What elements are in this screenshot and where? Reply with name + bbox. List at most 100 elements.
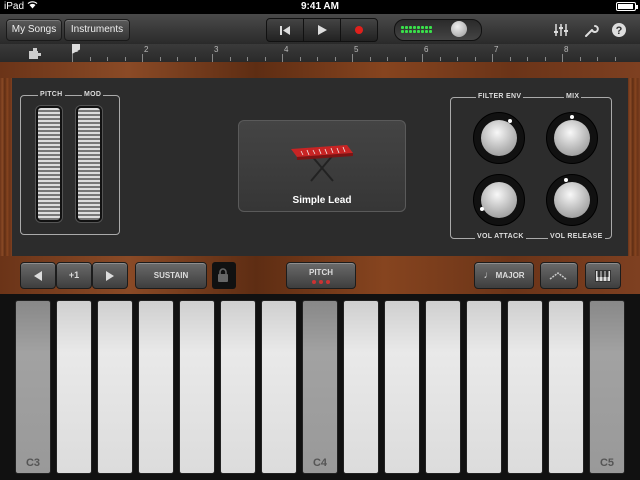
piano-key[interactable]: [343, 300, 379, 474]
arpeggiator-button[interactable]: [540, 262, 578, 289]
mix-label: MIX: [564, 93, 582, 100]
piano-key-label: C5: [599, 457, 615, 469]
vol-release-knob[interactable]: [546, 174, 598, 226]
ruler-bar-number: 2: [144, 45, 149, 54]
piano-key[interactable]: [384, 300, 420, 474]
ruler-tick: [387, 57, 388, 61]
my-songs-button[interactable]: My Songs: [6, 19, 62, 41]
piano-key[interactable]: C4: [302, 300, 338, 474]
piano-key[interactable]: [507, 300, 543, 474]
ruler-tick: [107, 57, 108, 61]
ruler-tick: [597, 57, 598, 61]
keyboard-layout-button[interactable]: [585, 262, 621, 289]
ruler-tick: [562, 54, 563, 62]
piano-key[interactable]: [97, 300, 133, 474]
octave-value: +1: [56, 262, 92, 289]
ruler-tick: [614, 57, 616, 61]
ruler-tick: [544, 57, 546, 61]
ruler-tick: [247, 57, 248, 61]
ruler-tick: [177, 57, 178, 61]
ruler-tick: [317, 57, 318, 61]
pitch-wheel-label: PITCH: [38, 91, 65, 98]
pitch-button[interactable]: PITCH: [286, 262, 356, 289]
wood-trim-left: [0, 78, 12, 258]
ruler-tick: [457, 57, 458, 61]
piano-key[interactable]: [466, 300, 502, 474]
ruler-tick: [142, 54, 143, 62]
piano-key[interactable]: [548, 300, 584, 474]
level-meter: [401, 26, 432, 33]
ruler-tick: [404, 57, 406, 61]
record-button[interactable]: [340, 18, 378, 42]
keyboard-stand-icon: [289, 141, 355, 188]
ruler-tick: [527, 57, 528, 61]
scale-button[interactable]: ♩ MAJOR: [474, 262, 534, 289]
ruler-tick: [352, 54, 353, 62]
volume-slider[interactable]: [394, 19, 482, 41]
arpeggio-icon: [549, 271, 569, 280]
battery-icon: [616, 2, 638, 11]
piano-key[interactable]: [261, 300, 297, 474]
wheels-frame: [20, 95, 120, 235]
instrument-selector[interactable]: Simple Lead: [238, 120, 406, 212]
ruler-tick: [159, 57, 161, 61]
pitch-leds: [287, 280, 355, 284]
vol-attack-label: VOL ATTACK: [475, 233, 526, 240]
ruler-tick: [492, 54, 493, 62]
ruler-tick: [194, 57, 196, 61]
wrench-icon[interactable]: [583, 22, 599, 38]
pitch-button-label: PITCH: [309, 268, 333, 277]
vol-attack-knob[interactable]: [473, 174, 525, 226]
piano-key[interactable]: C5: [589, 300, 625, 474]
piano-key[interactable]: [138, 300, 174, 474]
ruler-bar-number: 3: [214, 45, 219, 54]
rewind-button[interactable]: [266, 18, 304, 42]
ruler-tick: [282, 54, 283, 62]
ruler-tick: [369, 57, 371, 61]
sustain-lock[interactable]: [212, 262, 236, 289]
piano-key[interactable]: [425, 300, 461, 474]
mod-wheel[interactable]: [76, 106, 102, 222]
octave-up-button[interactable]: [92, 262, 128, 289]
filter-env-knob[interactable]: [473, 112, 525, 164]
lock-icon: [217, 268, 229, 287]
record-icon: [355, 26, 363, 35]
mixer-icon[interactable]: [553, 22, 569, 38]
ruler-bar-number: 4: [284, 45, 289, 54]
toolbar: My Songs Instruments ?: [0, 14, 640, 45]
ruler-tick: [474, 57, 476, 61]
ruler-bar-number: 5: [354, 45, 359, 54]
pitch-wheel[interactable]: [36, 106, 62, 222]
mix-knob[interactable]: [546, 112, 598, 164]
piano-key-label: C3: [25, 457, 41, 469]
keyboard-icon: [595, 269, 611, 282]
piano-key[interactable]: [179, 300, 215, 474]
instruments-button[interactable]: Instruments: [64, 19, 130, 41]
clock: 9:41 AM: [301, 1, 339, 12]
timeline-ruler[interactable]: 12345678: [0, 44, 640, 63]
wood-trim-top: [0, 62, 640, 78]
play-button[interactable]: [303, 18, 341, 42]
wood-trim-right: [628, 78, 640, 258]
ruler-tick: [212, 54, 213, 62]
instrument-name: Simple Lead: [292, 195, 352, 206]
piano-key[interactable]: [56, 300, 92, 474]
ruler-tick: [124, 57, 126, 61]
filter-env-label: FILTER ENV: [476, 93, 524, 100]
volume-slider-knob[interactable]: [451, 21, 467, 37]
ruler-tick: [439, 57, 441, 61]
arrow-left-icon: [34, 270, 42, 281]
music-note-icon: ♩: [483, 270, 494, 281]
piano-key[interactable]: [220, 300, 256, 474]
ruler-tick: [509, 57, 511, 61]
ruler-bar-number: 8: [564, 45, 569, 54]
piano-key[interactable]: C3: [15, 300, 51, 474]
help-icon[interactable]: ?: [611, 22, 627, 38]
sustain-button[interactable]: SUSTAIN: [135, 262, 207, 289]
octave-down-button[interactable]: [20, 262, 56, 289]
ruler-bar-number: 7: [494, 45, 499, 54]
ruler-tick: [229, 57, 231, 61]
ruler-tick: [264, 57, 266, 61]
ruler-tick: [299, 57, 301, 61]
playhead[interactable]: [72, 44, 80, 62]
